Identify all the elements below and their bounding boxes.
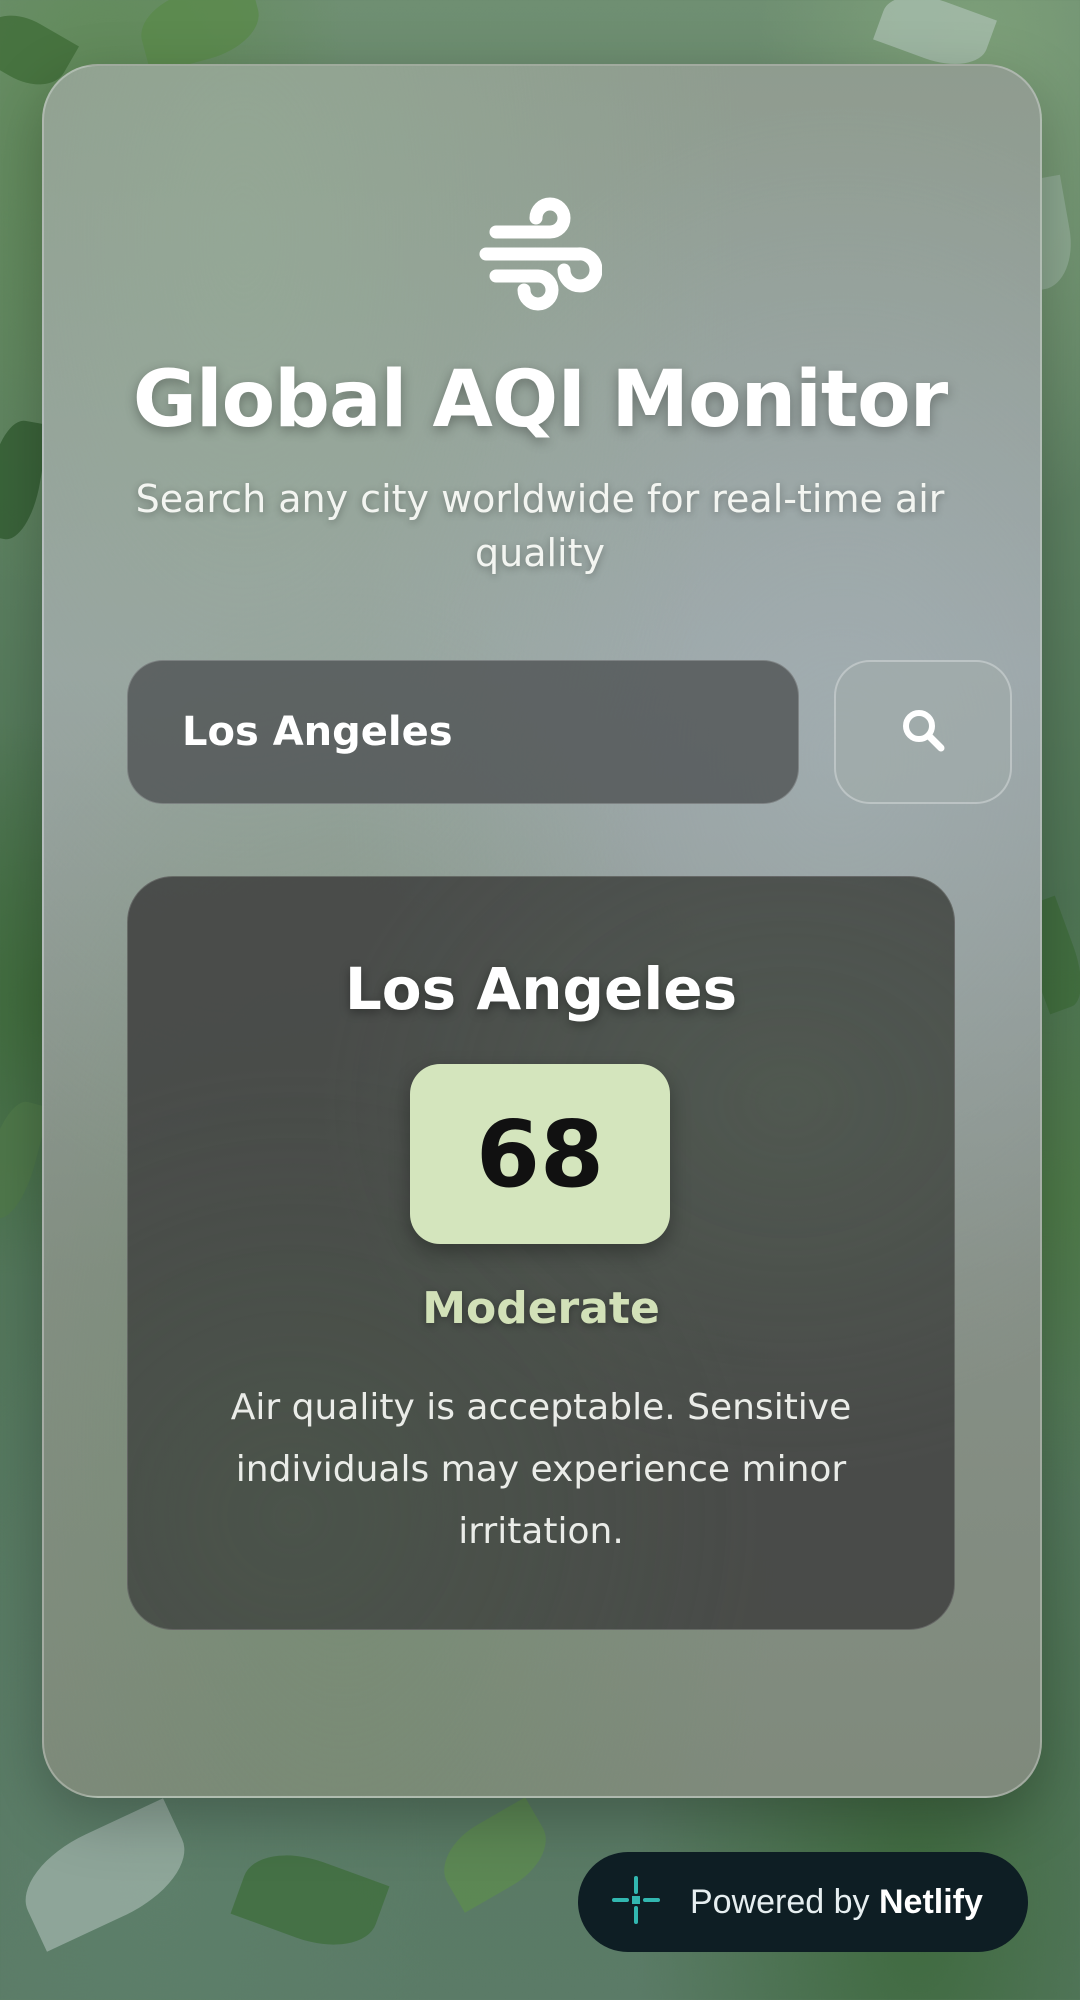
- aqi-level-label: Moderate: [422, 1283, 660, 1334]
- netlify-brand-text: Netlify: [879, 1882, 983, 1921]
- page-title: Global AQI Monitor: [132, 355, 948, 445]
- powered-by-netlify-badge[interactable]: Powered by Netlify: [578, 1852, 1028, 1952]
- city-search-input[interactable]: [127, 660, 799, 804]
- search-button[interactable]: [834, 660, 1012, 804]
- aqi-description: Air quality is acceptable. Sensitive ind…: [230, 1387, 852, 1552]
- wind-icon: [478, 190, 603, 314]
- page-subtitle: Search any city worldwide for real-time …: [135, 477, 945, 575]
- aqi-result-card: Los Angeles 68 Moderate Air quality is a…: [127, 876, 955, 1630]
- aqi-value-badge: 68: [410, 1064, 670, 1244]
- search-icon: [898, 705, 948, 759]
- powered-by-text: Powered by: [690, 1882, 870, 1921]
- netlify-icon: [610, 1874, 662, 1930]
- result-city-name: Los Angeles: [344, 955, 738, 1023]
